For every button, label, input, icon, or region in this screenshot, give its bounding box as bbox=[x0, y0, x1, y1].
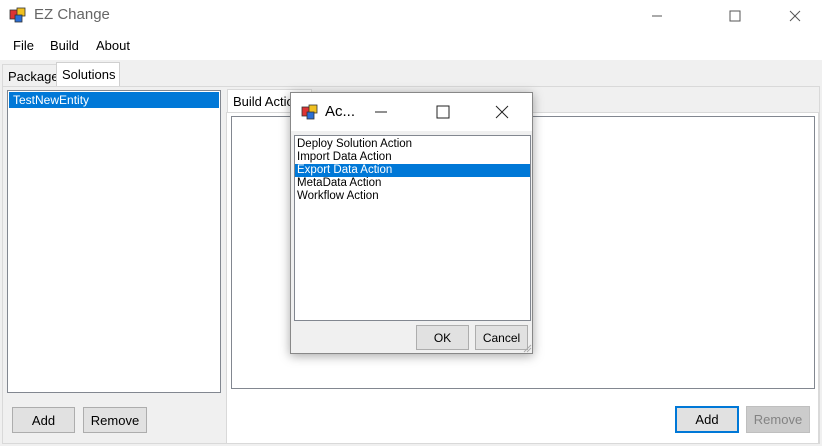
list-item-selected[interactable]: Export Data Action bbox=[295, 164, 530, 177]
title-bar: EZ Change bbox=[0, 0, 822, 31]
dialog-app-icon bbox=[301, 104, 318, 120]
dialog-title-bar: Ac... bbox=[291, 93, 532, 131]
maximize-icon bbox=[436, 105, 450, 119]
close-icon bbox=[789, 10, 801, 21]
remove-solution-button[interactable]: Remove bbox=[83, 407, 147, 433]
dialog-minimize-button[interactable] bbox=[374, 105, 396, 119]
dialog-title: Ac... bbox=[325, 103, 356, 120]
resize-grip-icon[interactable] bbox=[522, 343, 532, 353]
solutions-list[interactable]: TestNewEntity bbox=[7, 90, 221, 393]
close-icon bbox=[495, 105, 509, 119]
minimize-icon bbox=[375, 111, 387, 113]
list-item[interactable]: Workflow Action bbox=[295, 190, 530, 203]
ok-button[interactable]: OK bbox=[416, 325, 469, 350]
list-item[interactable]: Import Data Action bbox=[295, 151, 530, 164]
list-item[interactable]: MetaData Action bbox=[295, 177, 530, 190]
add-action-button[interactable]: Add bbox=[675, 406, 739, 433]
tab-package[interactable]: Package bbox=[2, 64, 59, 86]
tab-solutions[interactable]: Solutions bbox=[56, 62, 120, 87]
menu-file[interactable]: File bbox=[13, 38, 34, 53]
remove-action-button[interactable]: Remove bbox=[746, 406, 810, 433]
maximize-button[interactable] bbox=[712, 0, 758, 31]
menu-about[interactable]: About bbox=[96, 38, 130, 53]
list-item[interactable]: Deploy Solution Action bbox=[295, 138, 530, 151]
minimize-icon bbox=[652, 15, 662, 16]
minimize-button[interactable] bbox=[634, 0, 680, 31]
cancel-button[interactable]: Cancel bbox=[475, 325, 528, 350]
dialog-close-button[interactable] bbox=[495, 105, 511, 119]
app-icon bbox=[9, 7, 26, 23]
action-dialog: Ac... Deploy Solution Action Import Data… bbox=[290, 92, 533, 354]
close-button[interactable] bbox=[772, 0, 818, 31]
window-title: EZ Change bbox=[34, 6, 110, 23]
dialog-maximize-button[interactable] bbox=[436, 105, 452, 119]
list-item-selected[interactable]: TestNewEntity bbox=[9, 92, 219, 108]
maximize-icon bbox=[729, 10, 741, 21]
add-solution-button[interactable]: Add bbox=[12, 407, 75, 433]
menu-bar: File Build About bbox=[0, 31, 822, 60]
menu-build[interactable]: Build bbox=[50, 38, 79, 53]
action-type-list[interactable]: Deploy Solution Action Import Data Actio… bbox=[294, 135, 531, 321]
